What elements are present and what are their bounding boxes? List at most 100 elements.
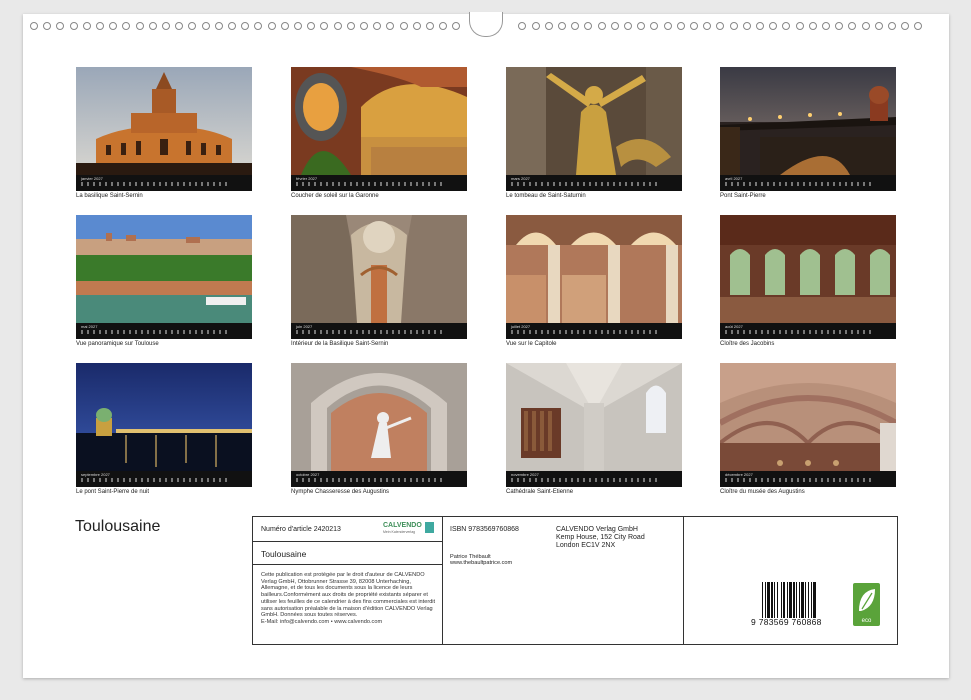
month-name: octobre 2027 xyxy=(296,472,320,477)
binding-ring xyxy=(280,22,289,30)
month-caption: Le pont Saint-Pierre de nuit xyxy=(76,489,150,495)
binding-ring xyxy=(56,22,65,30)
binding-ring xyxy=(729,22,738,30)
binding-ring xyxy=(663,22,672,30)
publisher-line-1: CALVENDO Verlag GmbH xyxy=(556,526,638,533)
legal-text: Cette publication est protégée par le dr… xyxy=(261,572,436,619)
barcode-bar xyxy=(767,582,770,618)
legal-column: Numéro d'article 2420213 CALVENDO Mein K… xyxy=(253,517,442,644)
binding-ring xyxy=(43,22,52,30)
binding-ring xyxy=(122,22,131,30)
binding-ring xyxy=(294,22,302,30)
binding-ring xyxy=(201,22,210,30)
photo-basilique xyxy=(76,67,252,175)
month-name: mars 2027 xyxy=(511,176,530,181)
binding-ring xyxy=(439,22,448,30)
month-name: novembre 2027 xyxy=(511,472,539,477)
binding-ring xyxy=(399,22,408,30)
binding-ring xyxy=(901,22,910,30)
binding-ring xyxy=(782,22,791,30)
barcode-bar xyxy=(789,582,792,618)
binding-ring xyxy=(650,22,659,30)
photo-tombeau xyxy=(506,67,682,175)
barcode-bar xyxy=(783,582,785,618)
month-caption: Pont Saint-Pierre xyxy=(720,193,766,199)
binding-ring xyxy=(835,22,844,30)
month-thumbnail-october[interactable]: octobre 2027 xyxy=(291,363,467,487)
binding-ring xyxy=(571,22,580,30)
month-calendar-strip: février 2027 xyxy=(291,175,467,191)
binding-ring xyxy=(412,22,421,30)
month-thumbnail-january[interactable]: janvier 2027 xyxy=(76,67,252,191)
month-thumbnail-november[interactable]: novembre 2027 xyxy=(506,363,682,487)
month-thumbnail-july[interactable]: juillet 2027 xyxy=(506,215,682,339)
binding-ring xyxy=(307,22,316,30)
binding-ring xyxy=(267,22,276,30)
divider xyxy=(683,517,684,644)
month-thumbnail-april[interactable]: avril 2027 xyxy=(720,67,896,191)
photo-cloitre-jacobins xyxy=(720,215,896,323)
month-thumbnail-december[interactable]: décembre 2027 xyxy=(720,363,896,487)
barcode-bar xyxy=(796,582,797,618)
logo-text: CALVENDO xyxy=(383,522,422,529)
binding-ring xyxy=(162,22,170,30)
binding-ring xyxy=(690,22,698,30)
binding-ring xyxy=(135,22,144,30)
article-number: Numéro d'article 2420213 xyxy=(261,526,341,533)
binding-ring xyxy=(30,22,38,30)
binding-ring xyxy=(175,22,184,30)
binding-ring xyxy=(386,22,395,30)
binding-ring xyxy=(637,22,646,30)
photo-pont-saint-pierre xyxy=(720,67,896,175)
month-calendar-strip: septembre 2027 xyxy=(76,471,252,487)
month-thumbnail-may[interactable]: mai 2027 xyxy=(76,215,252,339)
logo-subtext: Mein Kalenderverlag xyxy=(383,530,416,534)
month-calendar-strip: décembre 2027 xyxy=(720,471,896,487)
binding-ring xyxy=(531,22,540,30)
barcode-digits: 9 783569 760868 xyxy=(751,617,822,627)
binding-ring xyxy=(346,22,355,30)
month-name: décembre 2027 xyxy=(725,472,753,477)
binding-ring xyxy=(624,22,632,30)
month-caption: Cloître du musée des Augustins xyxy=(720,489,805,495)
binding-ring xyxy=(742,22,751,30)
month-caption: Cathédrale Saint-Etienne xyxy=(506,489,574,495)
isbn-column: ISBN 9783569760868 CALVENDO Verlag GmbH … xyxy=(443,517,683,644)
binding-ring xyxy=(769,22,778,30)
month-thumbnail-february[interactable]: février 2027 xyxy=(291,67,467,191)
binding-ring xyxy=(452,22,461,30)
month-name: avril 2027 xyxy=(725,176,743,181)
photo-pont-nuit xyxy=(76,363,252,471)
binding-ring xyxy=(148,22,157,30)
month-caption: Le tombeau de Saint-Saturnin xyxy=(506,193,586,199)
divider xyxy=(253,564,442,565)
month-calendar-strip: juin 2027 xyxy=(291,323,467,339)
binding-ring xyxy=(716,22,725,30)
photo-panorama xyxy=(76,215,252,323)
month-thumbnail-march[interactable]: mars 2027 xyxy=(506,67,682,191)
month-caption: Vue sur le Capitole xyxy=(506,341,557,347)
publisher-line-2: Kemp House, 152 City Road xyxy=(556,534,645,541)
month-caption: La basilique Saint-Sernin xyxy=(76,193,143,199)
binding-ring xyxy=(82,22,91,30)
binding-ring xyxy=(360,22,368,30)
binding-ring xyxy=(426,22,434,30)
month-thumbnail-june[interactable]: juin 2027 xyxy=(291,215,467,339)
binding-ring xyxy=(848,22,857,30)
month-caption: Coucher de soleil sur la Garonne xyxy=(291,193,379,199)
month-thumbnail-september[interactable]: septembre 2027 xyxy=(76,363,252,487)
binding-ring xyxy=(254,22,263,30)
month-thumbnail-august[interactable]: août 2027 xyxy=(720,215,896,339)
author-website: www.thebaultpatrice.com xyxy=(450,560,513,566)
barcode-bar xyxy=(793,582,795,618)
binding-ring xyxy=(518,22,527,30)
photo-nymphe xyxy=(291,363,467,471)
logo-mark-icon xyxy=(425,522,434,533)
binding-ring xyxy=(703,22,712,30)
publisher-info-box: Numéro d'article 2420213 CALVENDO Mein K… xyxy=(252,516,898,645)
publisher-line-3: London EC1V 2NX xyxy=(556,542,616,549)
binding-ring xyxy=(69,22,78,30)
product-title: Toulousaine xyxy=(261,549,307,559)
binding-ring xyxy=(584,22,593,30)
barcode-bar xyxy=(762,582,763,618)
